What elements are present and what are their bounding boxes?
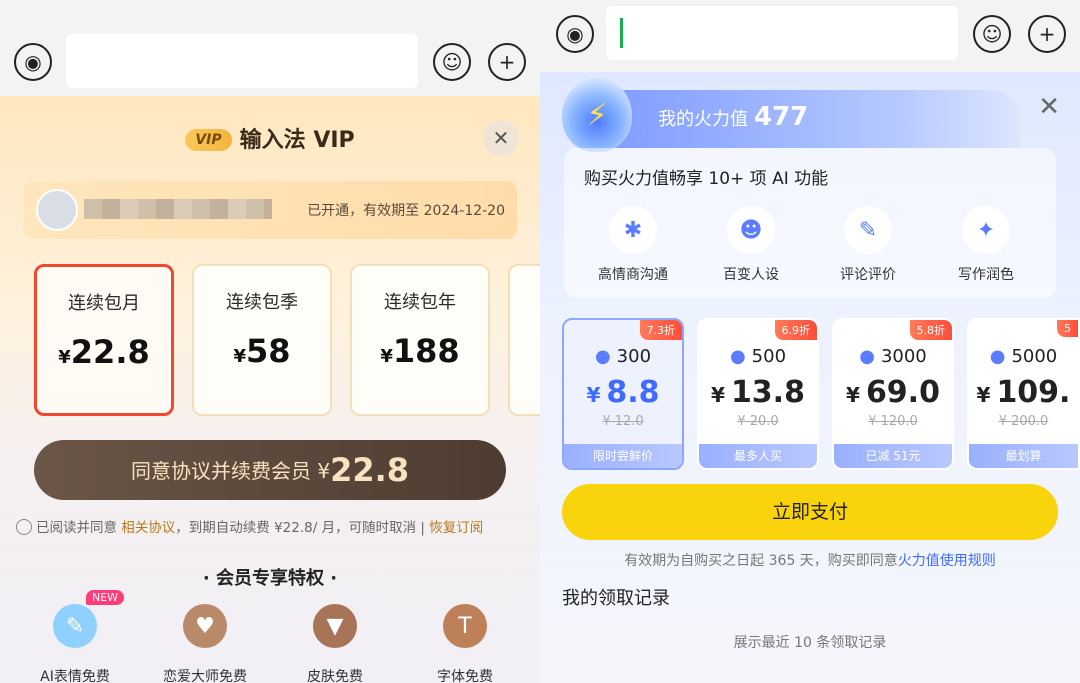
input-toolbar: ◉ ☺ + [0,0,540,96]
validity-note: 有效期为自购买之日起 365 天，购买即同意火力值使用规则 [624,553,996,569]
emoji-icon[interactable]: ☺ [973,15,1011,53]
fire-lightning-icon: ⚡ [562,78,632,152]
package-5000[interactable]: 5 ● 5000 ¥109. ¥ 200.0 最划算 [967,318,1080,470]
vip-badge: VIP [185,129,232,151]
agree-radio[interactable] [16,519,32,535]
pay-now-button[interactable]: 立即支付 [562,484,1058,540]
page-title: VIP 输入法 VIP [0,122,540,154]
fire-drop-icon: ● [989,346,1006,367]
fire-drop-icon: ● [859,346,875,367]
renew-button[interactable]: 同意协议并续费会员 ¥22.8 [34,440,506,500]
fire-points-panel: ◉ ☺ + ⚡ 我的火力值 477 ✕ 购买火力值畅享 10+ 项 AI 功能 ✱… [540,0,1080,683]
ai-features-card: 购买火力值畅享 10+ 项 AI 功能 ✱ 高情商沟通 ☻ 百变人设 ✎ 评论评… [564,148,1056,298]
records-title: 我的领取记录 [562,588,670,609]
fire-balance: 我的火力值 477 [658,102,809,132]
feature-high-eq[interactable]: ✱ 高情商沟通 [578,206,688,284]
blurred-username [84,199,272,219]
fire-drop-icon: ● [729,346,746,367]
perk-font[interactable]: T 字体免费 [405,604,525,683]
records-note: 展示最近 10 条领取记录 [733,635,887,651]
font-icon: T [443,604,487,648]
fire-sheet: ⚡ 我的火力值 477 ✕ 购买火力值畅享 10+ 项 AI 功能 ✱ 高情商沟通… [540,72,1080,683]
shirt-icon: ▼ [313,604,357,648]
edit-note-icon: ✎ [844,206,892,254]
close-icon[interactable]: ✕ [1038,92,1060,122]
agreement-link[interactable]: 相关协议 [121,520,175,536]
plus-icon[interactable]: + [1028,15,1066,53]
perk-love-master[interactable]: ♥ 恋爱大师免费 [145,604,265,683]
voice-icon[interactable]: ◉ [556,15,594,53]
feature-persona[interactable]: ☻ 百变人设 [696,206,806,284]
input-toolbar: ◉ ☺ + [540,0,1080,72]
perk-ai-emoji[interactable]: ✎ AI表情免费 [15,604,135,683]
chat-star-icon: ✱ [609,206,657,254]
package-500[interactable]: 6.9折 ● 500 ¥13.8 ¥ 20.0 最多人买 [697,318,819,470]
new-badge: NEW [86,590,125,605]
magic-wand-icon: ✦ [962,206,1010,254]
plan-more[interactable] [508,264,540,416]
user-status-bar: 已开通，有效期至 2024-12-20 [24,181,517,239]
usage-rules-link[interactable]: 火力值使用规则 [898,553,996,569]
plus-icon[interactable]: + [488,43,526,81]
close-button[interactable]: ✕ [483,120,519,156]
heart-icon: ♥ [183,604,227,648]
robot-face-icon: ☻ [727,206,775,254]
text-input[interactable] [66,34,418,88]
plan-quarterly[interactable]: 连续包季 ¥58 [192,264,332,416]
text-input[interactable] [606,6,958,60]
plan-monthly[interactable]: 连续包月 ¥22.8 [34,264,174,416]
emoji-icon[interactable]: ☺ [433,43,471,81]
package-3000[interactable]: 5.8折 ● 3000 ¥69.0 ¥ 120.0 已减 51元 [832,318,954,470]
ai-features-title: 购买火力值畅享 10+ 项 AI 功能 [584,169,829,189]
voice-icon[interactable]: ◉ [14,43,52,81]
fire-drop-icon: ● [594,346,611,367]
perks-title: · 会员专享特权 · [202,568,338,589]
feature-polish[interactable]: ✦ 写作润色 [931,206,1041,284]
avatar [36,189,78,231]
feature-review[interactable]: ✎ 评论评价 [813,206,923,284]
perk-skin[interactable]: ▼ 皮肤免费 [275,604,395,683]
restore-subscription-link[interactable]: 恢复订阅 [429,520,483,536]
vip-panel: ◉ ☺ + VIP 输入法 VIP ✕ 已开通，有效期至 2024-12-20 连… [0,0,540,683]
package-300[interactable]: 7.3折 ● 300 ¥8.8 ¥ 12.0 限时尝鲜价 [562,318,684,470]
text-cursor [620,18,623,48]
vip-sheet: VIP 输入法 VIP ✕ 已开通，有效期至 2024-12-20 连续包月 ¥2… [0,96,540,683]
membership-validity: 已开通，有效期至 2024-12-20 [307,203,505,219]
agreement-line: 已阅读并同意 相关协议，到期自动续费 ¥22.8/ 月，可随时取消 | 恢复订阅 [16,516,483,536]
emoji-pen-icon: ✎ [53,604,97,648]
plan-yearly[interactable]: 连续包年 ¥188 [350,264,490,416]
